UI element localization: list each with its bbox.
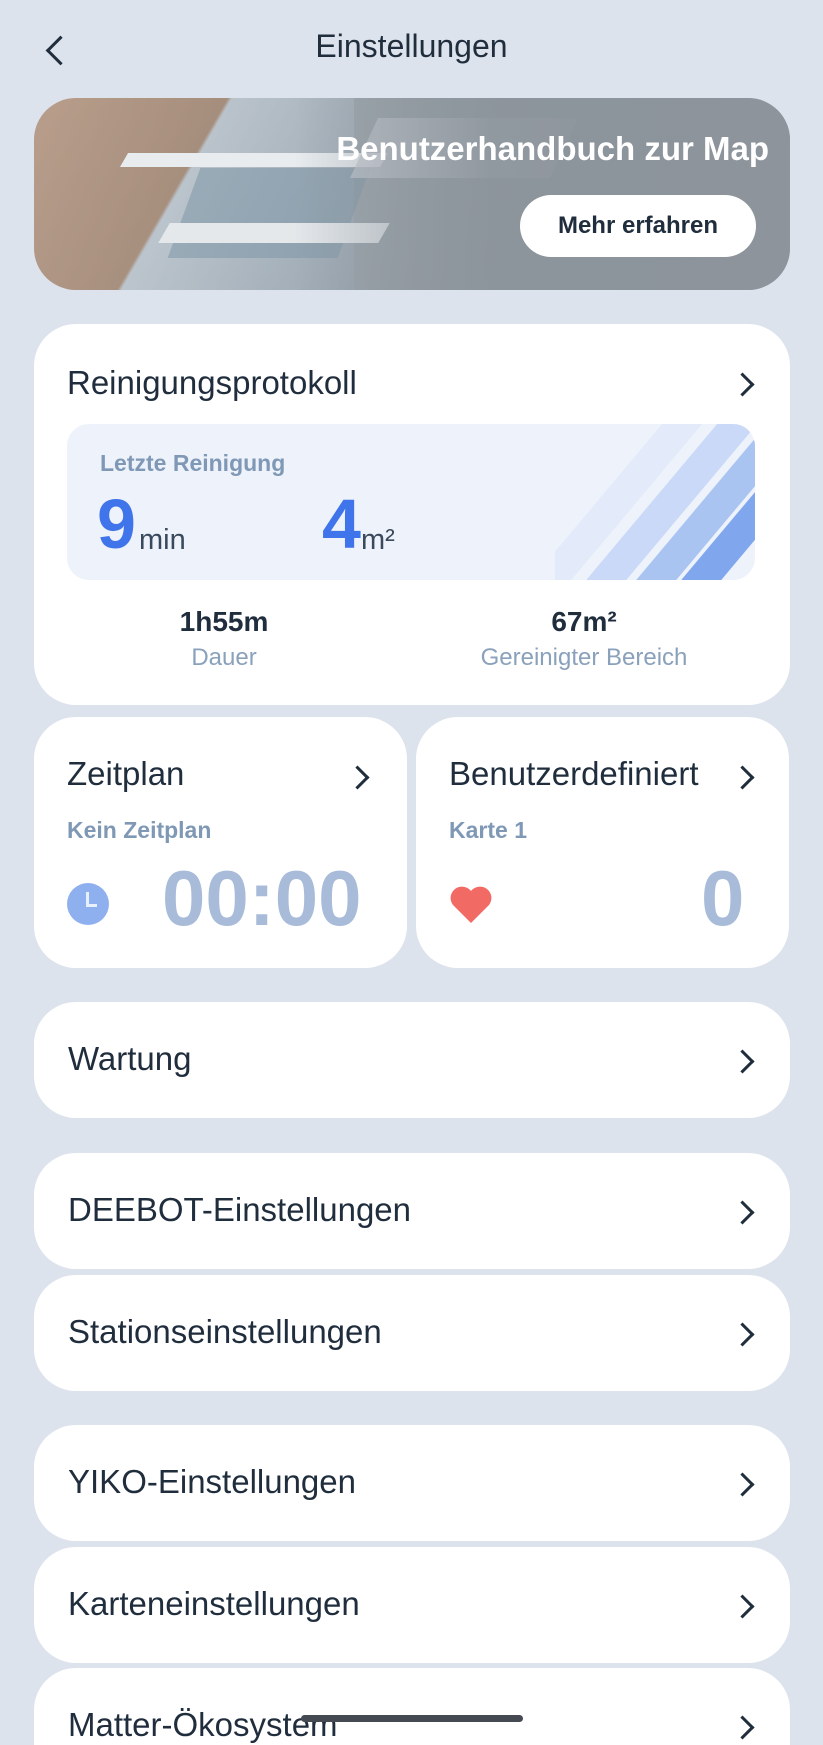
cleaning-log-card[interactable]: Reinigungsprotokoll Letzte Reinigung 9 m… <box>34 324 790 705</box>
total-area-value: 67m² <box>551 606 617 637</box>
schedule-subtitle: Kein Zeitplan <box>67 817 212 843</box>
map-guide-banner[interactable]: Benutzerhandbuch zur Map Mehr erfahren <box>34 98 790 290</box>
page-title: Einstellungen <box>315 28 508 64</box>
chevron-right-icon <box>730 1322 755 1347</box>
chevron-right-icon <box>730 1049 755 1074</box>
schedule-card[interactable]: Zeitplan Kein Zeitplan 00:00 <box>34 717 407 968</box>
chevron-right-icon <box>730 1472 755 1497</box>
last-duration-value: 9 <box>97 485 136 563</box>
chevron-right-icon <box>730 765 755 790</box>
custom-subtitle: Karte 1 <box>449 817 527 843</box>
last-cleaning-label: Letzte Reinigung <box>100 450 286 476</box>
stripes-decoration <box>555 424 755 580</box>
last-area-unit: m² <box>361 524 395 556</box>
last-cleaning-panel: Letzte Reinigung 9 min 4 m² <box>67 424 755 580</box>
maintenance-label: Wartung <box>68 1040 192 1077</box>
clock-icon <box>67 883 109 925</box>
chevron-right-icon <box>730 1200 755 1225</box>
home-indicator <box>301 1715 523 1722</box>
last-duration-unit: min <box>139 524 186 556</box>
learn-more-button[interactable]: Mehr erfahren <box>520 195 756 257</box>
map-settings-row[interactable]: Karteneinstellungen <box>34 1547 790 1663</box>
matter-ecosystem-label: Matter-Ökosystem <box>68 1706 338 1743</box>
schedule-time: 00:00 <box>162 854 362 942</box>
chevron-right-icon <box>730 1594 755 1619</box>
station-settings-row[interactable]: Stationseinstellungen <box>34 1275 790 1391</box>
custom-card[interactable]: Benutzerdefiniert Karte 1 0 <box>416 717 789 968</box>
chevron-right-icon <box>730 1715 755 1740</box>
chevron-right-icon <box>730 372 755 397</box>
custom-title: Benutzerdefiniert <box>449 755 699 792</box>
map-settings-label: Karteneinstellungen <box>68 1585 360 1622</box>
last-area-value: 4 <box>322 485 361 563</box>
station-settings-label: Stationseinstellungen <box>68 1313 382 1350</box>
yiko-settings-row[interactable]: YIKO-Einstellungen <box>34 1425 790 1541</box>
chevron-right-icon <box>345 765 370 790</box>
heart-icon <box>450 886 492 923</box>
cleaning-log-title: Reinigungsprotokoll <box>67 364 357 401</box>
total-duration-value: 1h55m <box>179 606 269 637</box>
matter-ecosystem-row[interactable]: Matter-Ökosystem <box>34 1668 790 1745</box>
deebot-settings-label: DEEBOT-Einstellungen <box>68 1191 412 1228</box>
maintenance-row[interactable]: Wartung <box>34 1002 790 1118</box>
banner-overlay <box>294 98 790 290</box>
yiko-settings-label: YIKO-Einstellungen <box>68 1463 356 1500</box>
banner-title: Benutzerhandbuch zur Map <box>336 130 769 167</box>
total-duration-label: Dauer <box>191 644 257 671</box>
deebot-settings-row[interactable]: DEEBOT-Einstellungen <box>34 1153 790 1269</box>
total-area-label: Gereinigter Bereich <box>480 644 688 671</box>
custom-count: 0 <box>701 854 745 942</box>
schedule-title: Zeitplan <box>67 755 185 792</box>
